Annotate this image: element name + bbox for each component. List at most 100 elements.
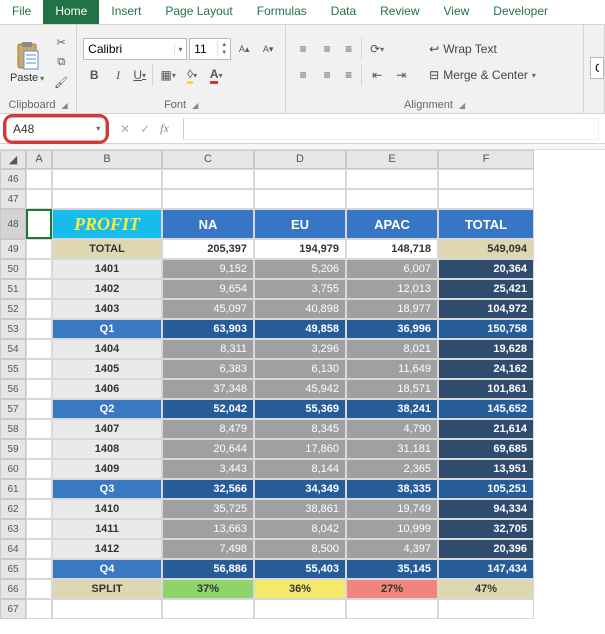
row-lbl[interactable]: Q3 [52, 479, 162, 499]
row-lbl[interactable]: 1408 [52, 439, 162, 459]
cell[interactable] [26, 399, 52, 419]
tab-formulas[interactable]: Formulas [245, 0, 319, 24]
name-box-input[interactable] [7, 122, 92, 136]
row-header-53[interactable]: 53 [0, 319, 26, 339]
active-cell[interactable] [26, 209, 52, 239]
row-lbl[interactable]: 1409 [52, 459, 162, 479]
cell[interactable] [26, 239, 52, 259]
row-header-48[interactable]: 48 [0, 209, 26, 239]
number-format-combo[interactable] [590, 57, 604, 79]
row-lbl[interactable]: 1403 [52, 299, 162, 319]
row-header-47[interactable]: 47 [0, 189, 26, 209]
cell[interactable] [26, 279, 52, 299]
row-lbl[interactable]: 1405 [52, 359, 162, 379]
row-header-64[interactable]: 64 [0, 539, 26, 559]
cell[interactable] [26, 339, 52, 359]
cell[interactable] [26, 439, 52, 459]
cell[interactable]: 52,042 [162, 399, 254, 419]
cell[interactable]: 147,434 [438, 559, 534, 579]
cancel-formula-button[interactable]: ✕ [120, 122, 130, 136]
decrease-indent-button[interactable]: ⇤ [366, 64, 388, 86]
tab-home[interactable]: Home [43, 0, 99, 24]
row-header-67[interactable]: 67 [0, 599, 26, 619]
cell[interactable] [26, 379, 52, 399]
cell[interactable]: 18,571 [346, 379, 438, 399]
cell[interactable]: 31,181 [346, 439, 438, 459]
enter-formula-button[interactable]: ✓ [140, 122, 150, 136]
cell[interactable] [26, 419, 52, 439]
profit-title[interactable]: PROFIT [52, 209, 162, 239]
align-top-button[interactable]: ≡ [292, 38, 314, 60]
italic-button[interactable]: I [107, 64, 129, 86]
cell[interactable]: 20,396 [438, 539, 534, 559]
cell[interactable]: 35,145 [346, 559, 438, 579]
font-name-combo[interactable]: ▾ [83, 38, 187, 60]
cell[interactable] [26, 169, 52, 189]
row-header-55[interactable]: 55 [0, 359, 26, 379]
cell[interactable]: 8,500 [254, 539, 346, 559]
cell[interactable]: 6,007 [346, 259, 438, 279]
grand-na[interactable]: 205,397 [162, 239, 254, 259]
cell[interactable]: 2,365 [346, 459, 438, 479]
cell[interactable]: 18,977 [346, 299, 438, 319]
cell[interactable] [438, 599, 534, 619]
cell[interactable]: 38,861 [254, 499, 346, 519]
col-header-E[interactable]: E [346, 150, 438, 169]
cell[interactable]: 11,649 [346, 359, 438, 379]
cell[interactable]: 63,903 [162, 319, 254, 339]
cell[interactable] [346, 169, 438, 189]
grand-eu[interactable]: 194,979 [254, 239, 346, 259]
row-lbl[interactable]: 1407 [52, 419, 162, 439]
cell[interactable] [26, 259, 52, 279]
align-center-button[interactable]: ≡ [316, 64, 338, 86]
underline-button[interactable]: U ▾ [131, 64, 153, 86]
tab-review[interactable]: Review [368, 0, 431, 24]
cell[interactable]: 35,725 [162, 499, 254, 519]
row-header-51[interactable]: 51 [0, 279, 26, 299]
cell[interactable]: 32,705 [438, 519, 534, 539]
name-box[interactable]: ▾ [6, 117, 106, 141]
row-header-46[interactable]: 46 [0, 169, 26, 189]
font-color-button[interactable]: A▾ [205, 64, 227, 86]
cell[interactable]: 5,206 [254, 259, 346, 279]
row-lbl[interactable]: 1411 [52, 519, 162, 539]
cell[interactable]: 94,334 [438, 499, 534, 519]
row-lbl[interactable]: 1406 [52, 379, 162, 399]
split-eu[interactable]: 36% [254, 579, 346, 599]
split-label[interactable]: SPLIT [52, 579, 162, 599]
cell[interactable]: 13,663 [162, 519, 254, 539]
tab-file[interactable]: File [0, 0, 43, 24]
row-header-57[interactable]: 57 [0, 399, 26, 419]
border-button[interactable]: ▦▾ [157, 64, 179, 86]
cell[interactable]: 3,296 [254, 339, 346, 359]
row-header-66[interactable]: 66 [0, 579, 26, 599]
cell[interactable] [26, 499, 52, 519]
cell[interactable]: 19,749 [346, 499, 438, 519]
cell[interactable] [254, 189, 346, 209]
cell[interactable]: 24,162 [438, 359, 534, 379]
cell[interactable]: 38,241 [346, 399, 438, 419]
cell[interactable]: 150,758 [438, 319, 534, 339]
row-lbl[interactable]: 1410 [52, 499, 162, 519]
cell[interactable]: 49,858 [254, 319, 346, 339]
cell[interactable] [26, 189, 52, 209]
cell[interactable]: 21,614 [438, 419, 534, 439]
merge-center-button[interactable]: ⊟ Merge & Center ▾ [422, 64, 543, 86]
copy-button[interactable]: ⧉ [52, 53, 70, 71]
font-size-input[interactable] [190, 42, 217, 56]
hdr-na[interactable]: NA [162, 209, 254, 239]
row-lbl[interactable]: 1404 [52, 339, 162, 359]
row-lbl[interactable]: Q1 [52, 319, 162, 339]
increase-font-button[interactable]: A▴ [233, 38, 255, 60]
cell[interactable]: 8,144 [254, 459, 346, 479]
tab-insert[interactable]: Insert [99, 0, 153, 24]
col-header-B[interactable]: B [52, 150, 162, 169]
total-label[interactable]: TOTAL [52, 239, 162, 259]
row-header-63[interactable]: 63 [0, 519, 26, 539]
cell[interactable] [254, 599, 346, 619]
tab-developer[interactable]: Developer [481, 0, 560, 24]
cell[interactable]: 36,996 [346, 319, 438, 339]
row-header-56[interactable]: 56 [0, 379, 26, 399]
row-lbl[interactable]: 1401 [52, 259, 162, 279]
cell[interactable] [26, 479, 52, 499]
